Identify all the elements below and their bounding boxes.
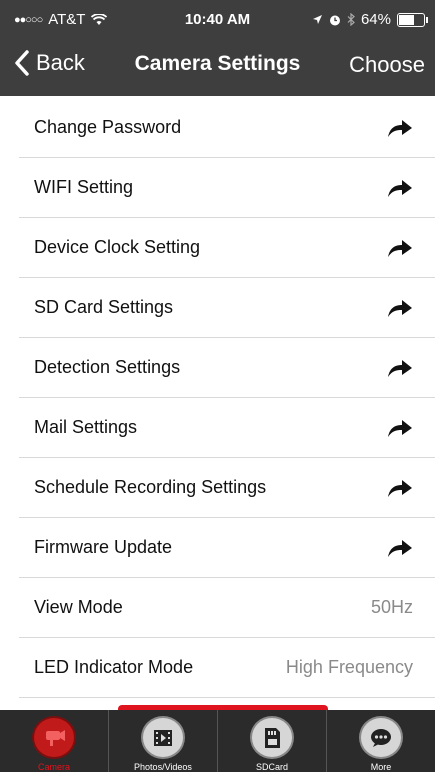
tab-more[interactable]: More [327,710,435,772]
camera-icon [32,716,76,759]
setting-value: 50Hz [370,597,413,617]
choose-button[interactable]: Choose [349,52,425,78]
alarm-icon [329,15,340,25]
setting-label: WIFI Setting [34,177,134,197]
forward-arrow-icon [388,120,412,137]
tab-bar: Camera Photos/Videos SDCard More [0,710,435,772]
setting-label: Firmware Update [34,537,173,557]
setting-label: Device Clock Setting [34,237,201,257]
battery-icon [397,12,428,27]
setting-label: Mail Settings [34,417,138,437]
tab-camera[interactable]: Camera [0,710,109,772]
setting-wifi[interactable]: WIFI Setting [19,158,435,218]
setting-device-clock[interactable]: Device Clock Setting [19,218,435,278]
forward-arrow-icon [388,300,412,317]
settings-list: Change Password WIFI Setting Device Cloc… [0,98,435,698]
setting-detection[interactable]: Detection Settings [19,338,435,398]
forward-arrow-icon [388,540,412,557]
setting-label: Detection Settings [34,357,181,377]
tab-label: Camera [37,762,70,772]
forward-arrow-icon [388,420,412,437]
status-bar: ●●○○○ AT&T 10:40 AM 64% [0,0,435,40]
setting-label: SD Card Settings [34,297,174,317]
forward-arrow-icon [388,240,412,257]
tab-label: Photos/Videos [134,762,192,772]
setting-label: Change Password [34,117,182,137]
setting-schedule-recording[interactable]: Schedule Recording Settings [19,458,435,518]
setting-firmware-update[interactable]: Firmware Update [19,518,435,578]
sdcard-icon [250,716,294,759]
bluetooth-icon [347,13,355,26]
tab-label: SDCard [255,762,288,772]
setting-led-indicator-mode[interactable]: LED Indicator Mode High Frequency [19,638,435,698]
forward-arrow-icon [388,180,412,197]
setting-value: High Frequency [285,657,413,677]
setting-sd-card[interactable]: SD Card Settings [19,278,435,338]
forward-arrow-icon [388,360,412,377]
location-icon [312,15,322,24]
film-icon [141,716,185,759]
setting-label: LED Indicator Mode [34,657,194,677]
setting-label: Schedule Recording Settings [34,477,267,497]
tab-sdcard[interactable]: SDCard [218,710,327,772]
setting-label: View Mode [34,597,123,617]
tab-label: More [370,762,392,772]
navigation-bar: Back Camera Settings Choose [0,40,435,96]
battery-percent: 64% [360,11,391,28]
tab-photos-videos[interactable]: Photos/Videos [109,710,218,772]
top-bar: ●●○○○ AT&T 10:40 AM 64% Back Camera Sett… [0,0,435,96]
setting-mail[interactable]: Mail Settings [19,398,435,458]
setting-change-password[interactable]: Change Password [19,98,435,158]
setting-view-mode[interactable]: View Mode 50Hz [19,578,435,638]
forward-arrow-icon [388,480,412,497]
chat-bubble-icon [359,716,403,759]
